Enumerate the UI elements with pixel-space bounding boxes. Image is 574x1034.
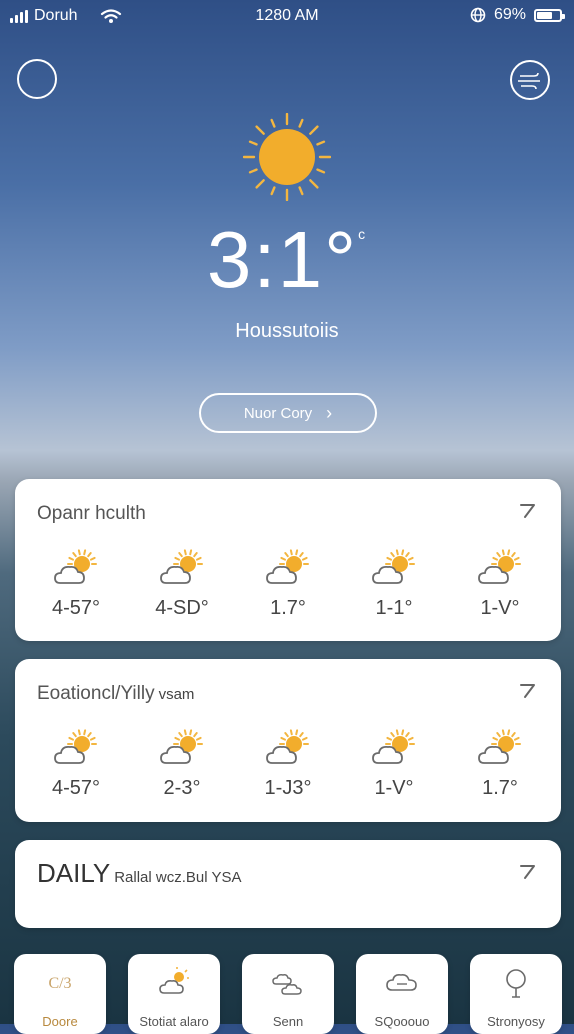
chevron-right-icon: › (326, 402, 333, 423)
condition-label: Houssutoiis (235, 320, 339, 342)
forecast-temp: 1-V° (480, 597, 520, 619)
forecast-temp: 4-57° (51, 597, 101, 619)
forecast-item[interactable]: 4-57° (31, 549, 121, 620)
more-details-label: Nuor Cory (243, 404, 313, 422)
partly-sunny-icon (54, 549, 97, 584)
forecast-item[interactable]: 1-V° (349, 729, 439, 800)
forecast-temp: 1.7° (270, 597, 306, 619)
tile-cloud-chat[interactable]: SQooouo (356, 954, 448, 1034)
forecast-item[interactable]: 2-3° (137, 729, 227, 800)
tile-gauge[interactable]: C/3 Doore (14, 954, 106, 1034)
partly-sunny-icon (478, 729, 521, 764)
forecast-item[interactable]: 4-57° (31, 729, 121, 800)
current-temperature: 3:1°c (0, 214, 574, 306)
tile-label: Doore (42, 1014, 78, 1029)
forecast-temp: 1-1° (375, 597, 413, 619)
tile-label: Senn (272, 1014, 304, 1029)
temperature-unit: c (358, 226, 368, 242)
partly-sunny-icon (372, 729, 415, 764)
tile-clouds[interactable]: Senn (242, 954, 334, 1034)
forecast-item[interactable]: 1-J3° (243, 729, 333, 800)
clouds-icon (272, 974, 302, 995)
forecast-card-1[interactable]: Opanr hculth 4-57° 4-SD° 1.7° 1-1° 1-V° (15, 479, 561, 641)
tree-icon (506, 969, 526, 998)
partly-sunny-icon (478, 549, 521, 584)
forecast-item[interactable]: 1-1° (349, 549, 439, 620)
partly-sunny-icon (54, 729, 97, 764)
menu-button[interactable] (510, 60, 550, 100)
wind-icon (518, 72, 540, 90)
cloud-chat-icon (386, 974, 417, 991)
tile-label: SQooouo (374, 1014, 430, 1029)
status-bar: Doruh 1280 AM 69% (0, 0, 574, 32)
sun-cloud-icon (159, 967, 189, 994)
card-title-text: Eoationcl/Yilly (37, 683, 155, 704)
tile-label: Stronyosy (487, 1014, 545, 1029)
expand-icon[interactable] (517, 860, 539, 882)
forecast-temp: 1.7° (482, 777, 518, 799)
expand-icon[interactable] (517, 679, 539, 701)
temperature-value: 3:1° (206, 215, 359, 304)
gauge-icon: C/3 (48, 975, 71, 992)
profile-button[interactable] (17, 59, 57, 99)
forecast-temp: 4-SD° (155, 597, 209, 619)
forecast-card-2[interactable]: Eoationcl/Yilly vsam 4-57° 2-3° 1-J3° 1-V° 1.… (15, 659, 561, 822)
expand-icon[interactable] (517, 499, 539, 521)
card-subtitle: vsam (158, 686, 195, 703)
forecast-item[interactable]: 1-V° (455, 549, 545, 620)
forecast-row: 4-57° 2-3° 1-J3° 1-V° 1.7° (15, 729, 561, 800)
daily-card[interactable]: DAILY Rallal wcz.Bul YSA (15, 840, 561, 928)
forecast-item[interactable]: 1.7° (243, 549, 333, 620)
card-title-text: Opanr hculth (37, 503, 146, 524)
forecast-temp: 2-3° (163, 777, 201, 799)
tile-label: Stotiat alaro (139, 1014, 209, 1029)
quick-tiles: C/3 Doore Stotiat alaro Senn SQooouo Stronyos… (14, 954, 562, 1034)
more-details-button[interactable]: Nuor Cory › (199, 393, 377, 433)
forecast-temp: 1-V° (374, 777, 414, 799)
partly-sunny-icon (266, 729, 309, 764)
svg-text:C/3: C/3 (48, 975, 71, 992)
forecast-row: 4-57° 4-SD° 1.7° 1-1° 1-V° (15, 549, 561, 620)
tile-tree[interactable]: Stronyosy (470, 954, 562, 1034)
partly-sunny-icon (160, 729, 203, 764)
forecast-item[interactable]: 1.7° (455, 729, 545, 800)
partly-sunny-icon (372, 549, 415, 584)
card-title: DAILY Rallal wcz.Bul YSA (37, 858, 242, 889)
forecast-item[interactable]: 4-SD° (137, 549, 227, 620)
card-title: Opanr hculth (37, 503, 146, 525)
battery-fill (537, 11, 553, 19)
card-title: Eoationcl/Yilly vsam (37, 683, 194, 705)
forecast-temp: 4-57° (51, 777, 101, 799)
status-right: 69% (470, 6, 565, 24)
card-subtitle: Rallal wcz.Bul YSA (114, 869, 242, 886)
globe-icon (470, 7, 486, 23)
partly-sunny-icon (266, 549, 309, 584)
partly-sunny-icon (160, 549, 203, 584)
sun-icon (243, 113, 331, 201)
battery-icon (534, 8, 565, 22)
battery-percent: 69% (493, 6, 526, 23)
tile-sun-cloud[interactable]: Stotiat alaro (128, 954, 220, 1034)
forecast-temp: 1-J3° (264, 777, 312, 799)
card-title-text: DAILY (37, 858, 111, 888)
